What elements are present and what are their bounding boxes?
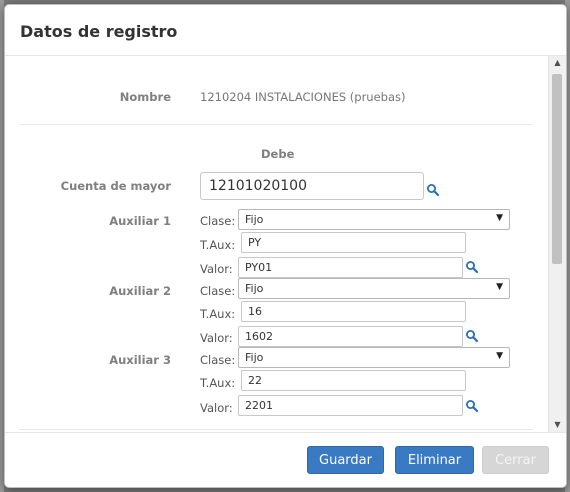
scroll-thumb[interactable] [552, 74, 562, 264]
dialog-title: Datos de registro [20, 22, 178, 41]
section-title-debe: Debe [261, 147, 295, 161]
search-icon[interactable] [426, 183, 440, 197]
auxiliar-3-clase-value: Fijo [245, 351, 264, 364]
search-icon[interactable] [465, 260, 479, 274]
cerrar-button[interactable]: Cerrar [482, 446, 549, 474]
nombre-label: Nombre [119, 90, 171, 104]
auxiliar-1-taux-input[interactable]: PY [241, 232, 466, 253]
caret-down-icon: ▼ [496, 282, 503, 292]
auxiliar-2-clase-value: Fijo [245, 282, 264, 295]
dialog-scrollbar[interactable]: ▲ ▼ [548, 56, 566, 432]
auxiliar-1-valor-input[interactable]: PY01 [238, 257, 463, 278]
divider-bottom [19, 429, 533, 430]
dialog-header: Datos de registro [5, 5, 566, 56]
caret-down-icon: ▼ [496, 213, 503, 223]
cuenta-de-mayor-label: Cuenta de mayor [60, 179, 171, 193]
auxiliar-3-clase-select[interactable]: Fijo ▼ [238, 347, 510, 368]
auxiliar-3-valor-input[interactable]: 2201 [238, 395, 463, 416]
auxiliar-2-valor-input[interactable]: 1602 [238, 326, 463, 347]
nombre-value: 1210204 INSTALACIONES (pruebas) [200, 90, 406, 104]
record-dialog: Datos de registro Nombre 1210204 INSTALA… [4, 4, 567, 488]
auxiliar-1-valor-label: Valor: [200, 262, 233, 276]
auxiliar-1-taux-label: T.Aux: [200, 238, 236, 252]
auxiliar-3-clase-label: Clase: [200, 353, 236, 367]
cuenta-de-mayor-input[interactable]: 12101020100 [200, 172, 424, 200]
caret-down-icon: ▼ [496, 351, 503, 361]
auxiliar-3-taux-label: T.Aux: [200, 376, 236, 390]
search-icon[interactable] [465, 399, 479, 413]
auxiliar-1-label: Auxiliar 1 [109, 214, 171, 228]
search-icon[interactable] [465, 329, 479, 343]
auxiliar-2-clase-label: Clase: [200, 284, 236, 298]
eliminar-button[interactable]: Eliminar [395, 446, 474, 474]
auxiliar-3-taux-input[interactable]: 22 [241, 370, 466, 391]
auxiliar-1-clase-value: Fijo [245, 213, 264, 226]
scroll-down-arrow-icon[interactable]: ▼ [549, 418, 566, 432]
dialog-footer: Guardar Eliminar Cerrar [5, 432, 566, 487]
dialog-body: Nombre 1210204 INSTALACIONES (pruebas) D… [5, 56, 566, 432]
guardar-button[interactable]: Guardar [307, 446, 384, 474]
auxiliar-1-clase-label: Clase: [200, 214, 236, 228]
auxiliar-2-clase-select[interactable]: Fijo ▼ [238, 278, 510, 299]
auxiliar-3-valor-label: Valor: [200, 401, 233, 415]
scroll-up-arrow-icon[interactable]: ▲ [549, 56, 566, 70]
auxiliar-2-valor-label: Valor: [200, 331, 233, 345]
auxiliar-3-label: Auxiliar 3 [109, 353, 171, 367]
auxiliar-2-taux-label: T.Aux: [200, 307, 236, 321]
divider-top [19, 124, 533, 125]
auxiliar-2-taux-input[interactable]: 16 [241, 301, 466, 322]
auxiliar-2-label: Auxiliar 2 [109, 284, 171, 298]
auxiliar-1-clase-select[interactable]: Fijo ▼ [238, 209, 510, 230]
